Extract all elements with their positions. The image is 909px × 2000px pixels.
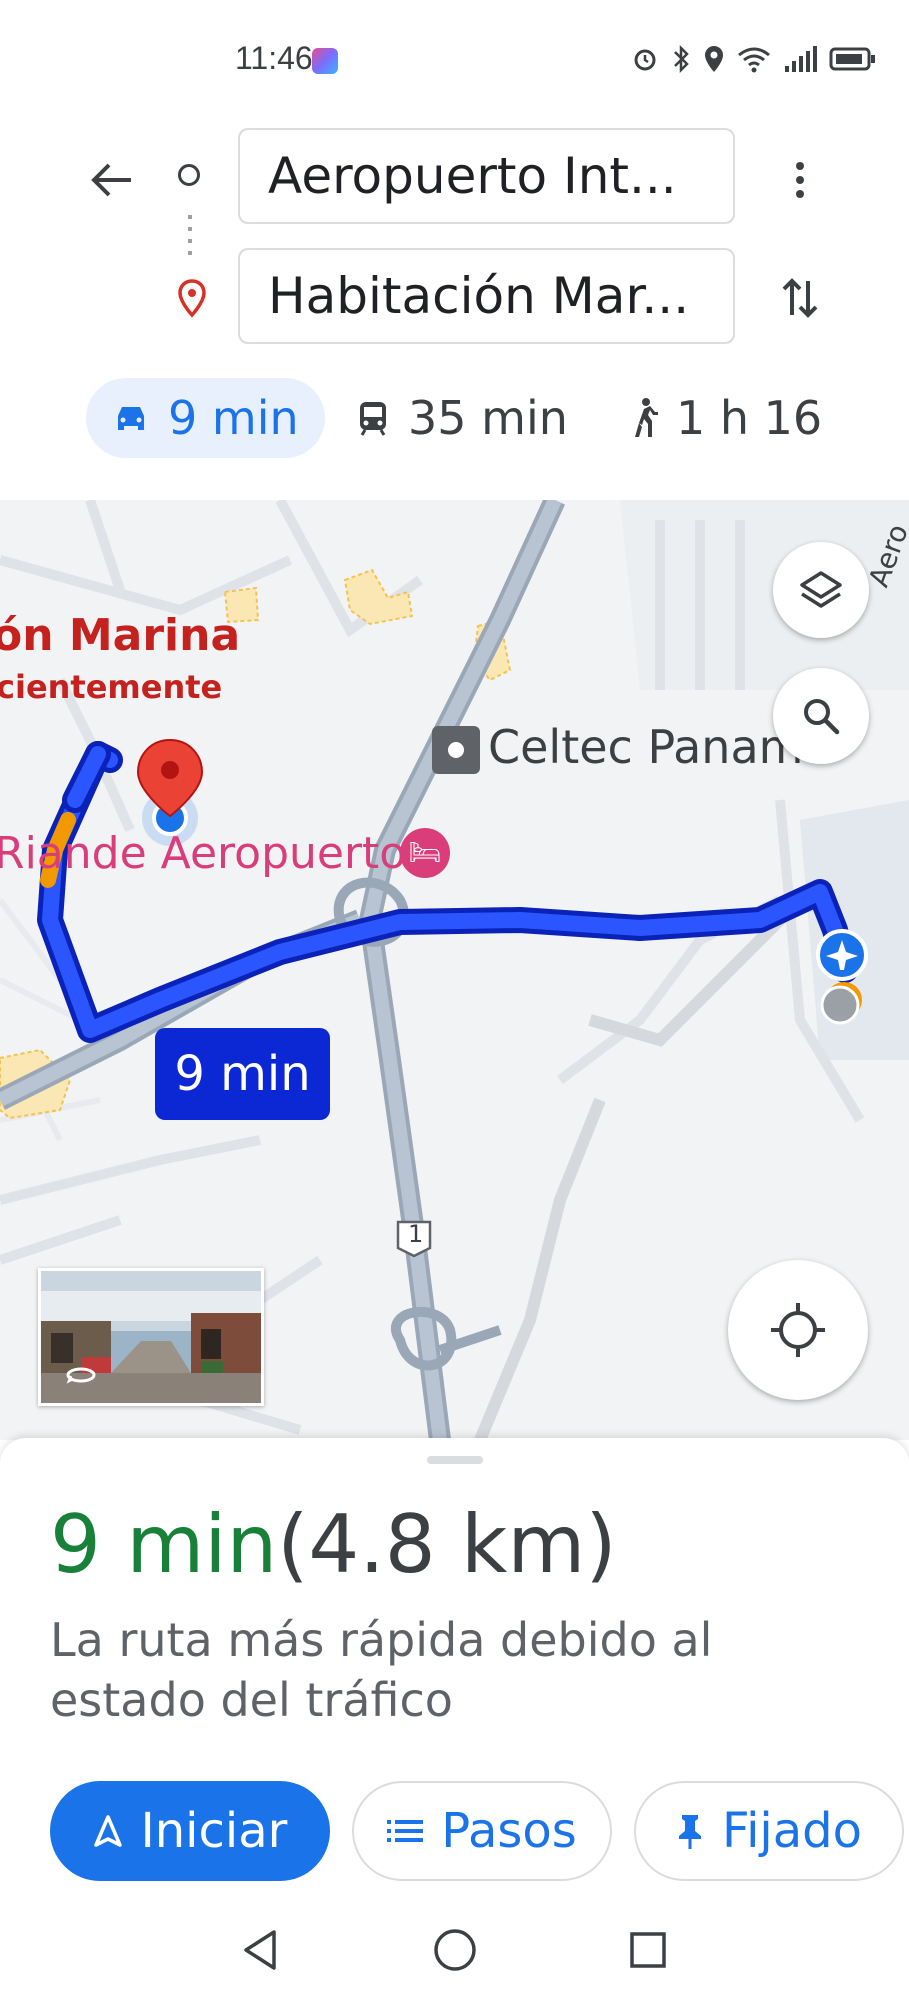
layers-icon	[800, 571, 842, 608]
steps-button[interactable]: Pasos	[352, 1781, 612, 1881]
route-time-label: 9 min	[174, 1046, 311, 1102]
wifi-icon	[738, 47, 770, 73]
nav-home-icon	[434, 1929, 476, 1971]
system-navigation-bar	[0, 1900, 909, 2000]
nav-recents-icon	[630, 1932, 666, 1968]
pin-button-label: Fijado	[721, 1803, 863, 1859]
list-icon	[387, 1820, 424, 1842]
navigation-arrow-icon	[93, 1815, 122, 1847]
travel-modes: 9 min 35 min 1 h 16	[0, 378, 909, 458]
my-location-button[interactable]	[728, 1260, 868, 1400]
pin-icon	[678, 1815, 701, 1849]
status-icons	[631, 44, 877, 74]
mode-walking[interactable]: 1 h 16	[630, 378, 822, 458]
more-options-button[interactable]	[775, 150, 825, 210]
location-icon	[705, 46, 723, 72]
notification-app-icon	[312, 48, 338, 74]
route-description: La ruta más rápida debido al estado del …	[50, 1613, 713, 1727]
hotel-icon[interactable]: 🛏	[400, 828, 450, 878]
more-vert-icon	[796, 162, 804, 198]
route-connector	[188, 215, 192, 263]
map-label-recent: cientemente	[0, 668, 223, 706]
nav-recents-button[interactable]	[620, 1922, 676, 1978]
map-label-riande[interactable]: Riande Aeropuerto	[0, 828, 406, 879]
start-button-label: Iniciar	[140, 1803, 288, 1859]
my-location-icon	[771, 1303, 825, 1357]
layers-button[interactable]	[773, 542, 869, 638]
street-view-thumbnail[interactable]	[38, 1268, 264, 1406]
mode-walking-label: 1 h 16	[676, 391, 823, 445]
origin-dot-icon	[178, 164, 200, 186]
destination-pin-icon	[178, 279, 206, 318]
map-view[interactable]: 1 ón Marina cientemente Celtec Panama Ri…	[0, 500, 909, 1440]
walk-icon	[635, 398, 658, 437]
car-icon	[118, 407, 144, 430]
nav-back-button[interactable]	[232, 1922, 288, 1978]
battery-icon	[829, 47, 875, 71]
mode-transit[interactable]: 35 min	[356, 378, 568, 458]
map-label-marina[interactable]: ón Marina	[0, 610, 240, 661]
nav-back-icon	[244, 1930, 276, 1970]
origin-field[interactable]: Aeropuerto Int...	[238, 128, 735, 224]
swap-button[interactable]	[770, 268, 830, 328]
route-summary: 9 min(4.8 km)	[50, 1498, 617, 1591]
transit-icon	[360, 402, 386, 436]
arrow-back-icon	[91, 163, 131, 197]
search-icon	[804, 699, 840, 735]
mode-driving[interactable]: 9 min	[86, 378, 325, 458]
status-time: 11:46	[235, 40, 313, 76]
swap-vert-icon	[782, 278, 818, 318]
route-time-callout[interactable]: 9 min	[155, 1028, 330, 1120]
sheet-handle[interactable]	[427, 1456, 483, 1464]
business-marker-icon[interactable]	[432, 726, 480, 774]
route-duration: 9 min	[50, 1498, 278, 1591]
back-button[interactable]	[82, 150, 142, 210]
search-along-route-button[interactable]	[773, 668, 869, 764]
alarm-icon	[634, 49, 656, 71]
pin-button[interactable]: Fijado	[634, 1781, 904, 1881]
rotate-360-icon	[66, 1367, 96, 1384]
start-button[interactable]: Iniciar	[50, 1781, 330, 1881]
signal-icon	[785, 46, 817, 72]
bluetooth-icon	[674, 44, 689, 74]
mode-driving-label: 9 min	[168, 391, 299, 445]
route-distance: (4.8 km)	[277, 1498, 617, 1591]
steps-button-label: Pasos	[441, 1803, 577, 1859]
status-bar: 11:46	[0, 0, 909, 118]
destination-field[interactable]: Habitación Mar...	[238, 248, 735, 344]
nav-home-button[interactable]	[427, 1922, 483, 1978]
mode-transit-label: 35 min	[408, 391, 568, 445]
highway-shield-label: 1	[408, 1220, 424, 1248]
